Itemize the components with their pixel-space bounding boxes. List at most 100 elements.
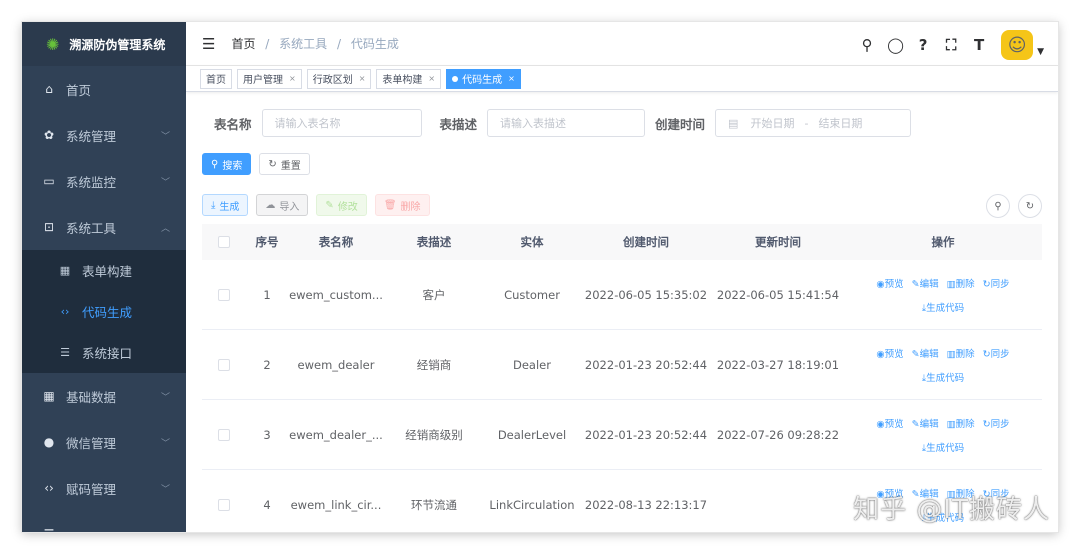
edit-button[interactable]: ✎ 修改 <box>316 194 367 216</box>
breadcrumb-separator: / <box>265 37 270 51</box>
cell-table-name: ewem_link_cir... <box>290 497 382 512</box>
delete-link[interactable]: ▥删除 <box>947 346 975 360</box>
breadcrumb-item[interactable]: 首页 <box>231 37 255 51</box>
cell-index: 4 <box>263 497 271 512</box>
logo[interactable]: ✺ 溯源防伪管理系统 <box>22 22 186 66</box>
link-label: 同步 <box>990 348 1010 360</box>
help-icon[interactable]: ? <box>915 36 931 54</box>
row-checkbox[interactable] <box>202 288 246 301</box>
import-button[interactable]: ☁ 导入 <box>256 194 309 216</box>
close-icon[interactable]: × <box>428 74 435 83</box>
sidebar-item-system-api[interactable]: ☰ 系统接口 <box>22 332 186 373</box>
date-range-picker[interactable]: ▤ 开始日期 - 结束日期 <box>715 109 912 137</box>
sidebar-item-label: 微信管理 <box>66 435 117 451</box>
search-button[interactable]: ⚲ 搜索 <box>202 153 252 175</box>
edit-link[interactable]: ✎编辑 <box>912 416 939 430</box>
checkbox[interactable] <box>218 288 230 301</box>
generate-button[interactable]: ⤓ 生成 <box>202 194 249 216</box>
tag-label: 首页 <box>206 75 226 86</box>
checkbox[interactable] <box>218 236 230 248</box>
table-desc-input[interactable]: 请输入表描述 <box>487 109 646 137</box>
code-manage-icon: ‹› <box>44 481 54 495</box>
close-icon[interactable]: × <box>289 74 296 83</box>
edit-link[interactable]: ✎编辑 <box>912 346 939 360</box>
edit-link[interactable]: ✎编辑 <box>912 276 939 290</box>
link-label: 同步 <box>990 278 1010 290</box>
search-toggle-icon[interactable]: ⚲ <box>986 194 1010 218</box>
preview-link[interactable]: ◉预览 <box>876 276 903 290</box>
close-icon[interactable]: × <box>359 74 366 83</box>
reset-button[interactable]: ↻ 重置 <box>259 153 310 175</box>
sidebar-item-label: 系统监控 <box>66 174 117 190</box>
sync-link[interactable]: ↻同步 <box>983 416 1010 430</box>
preview-link[interactable]: ◉预览 <box>876 346 903 360</box>
checkbox[interactable] <box>218 498 230 511</box>
sidebar-item-home[interactable]: ⌂ 首页 <box>22 66 186 112</box>
tag-user-manage[interactable]: 用户管理 × <box>237 68 302 89</box>
column-header: 表名称 <box>318 235 354 249</box>
avatar[interactable]: ☺ <box>1001 30 1034 60</box>
row-actions: ◉预览 ✎编辑 ▥删除 ↻同步 ⤓生成代码 <box>844 346 1042 384</box>
sidebar-item-system-manage[interactable]: ✿ 系统管理 ﹀ <box>22 112 186 158</box>
tag-region[interactable]: 行政区划 × <box>306 68 372 89</box>
sidebar-item-system-tools[interactable]: ⊡ 系统工具 ︿ <box>22 204 186 250</box>
table-name-input[interactable]: 请输入表名称 <box>261 109 422 137</box>
link-label: 删除 <box>955 278 975 290</box>
tag-home[interactable]: 首页 <box>200 68 232 89</box>
refresh-icon[interactable]: ↻ <box>1018 194 1042 218</box>
generate-code-link[interactable]: ⤓生成代码 <box>922 370 964 384</box>
checkbox[interactable] <box>218 358 230 371</box>
sync-link[interactable]: ↻同步 <box>983 346 1010 360</box>
sidebar-item-code-gen[interactable]: ‹› 代码生成 <box>22 291 186 332</box>
delete-link[interactable]: ▥删除 <box>947 276 975 290</box>
select-all-checkbox[interactable] <box>202 236 246 248</box>
trash-icon: 🗑 <box>383 199 397 211</box>
link-label: 删除 <box>955 348 975 360</box>
fullscreen-icon[interactable]: ⛶ <box>943 36 959 54</box>
tool-icon: ⊡ <box>43 220 55 234</box>
cell-updated: 2022-03-27 18:19:01 <box>716 357 840 372</box>
monitor-icon: ▭ <box>43 174 55 188</box>
tag-label: 表单构建 <box>382 75 423 86</box>
actions-line: ⤓生成代码 <box>918 370 968 384</box>
button-label: 修改 <box>337 201 358 213</box>
row-checkbox[interactable] <box>202 428 246 441</box>
preview-link[interactable]: ◉预览 <box>876 416 903 430</box>
sidebar-item-wechat[interactable]: ● 微信管理 ﹀ <box>22 419 186 465</box>
sidebar-item-system-monitor[interactable]: ▭ 系统监控 ﹀ <box>22 158 186 204</box>
sidebar-item-more[interactable]: ☰ <box>22 511 186 532</box>
tag-form-build[interactable]: 表单构建 × <box>376 68 442 89</box>
sidebar-item-label: 代码生成 <box>82 305 133 320</box>
row-checkbox[interactable] <box>202 498 246 511</box>
cell-entity: Dealer <box>513 357 551 372</box>
caret-down-icon[interactable]: ▼ <box>1037 47 1044 57</box>
font-size-icon[interactable]: T <box>971 36 987 54</box>
trash-icon: ▥ <box>946 418 956 430</box>
delete-button[interactable]: 🗑 删除 <box>374 194 430 216</box>
checkbox[interactable] <box>218 428 230 441</box>
github-icon[interactable]: ◯ <box>887 36 904 54</box>
generate-code-link[interactable]: ⤓生成代码 <box>922 440 964 454</box>
eye-icon: ◉ <box>876 278 885 290</box>
search-icon[interactable]: ⚲ <box>859 36 875 54</box>
range-separator: - <box>804 116 809 130</box>
delete-link[interactable]: ▥删除 <box>947 416 975 430</box>
link-label: 删除 <box>955 418 975 430</box>
tag-code-gen[interactable]: 代码生成 × <box>446 68 521 89</box>
logo-icon: ✺ <box>46 34 60 54</box>
link-label: 生成代码 <box>926 372 965 384</box>
sidebar-item-form-build[interactable]: ▦ 表单构建 <box>22 250 186 291</box>
breadcrumb-item: 代码生成 <box>350 37 399 51</box>
row-checkbox[interactable] <box>202 358 246 371</box>
generate-code-link[interactable]: ⤓生成代码 <box>922 300 964 314</box>
refresh-icon: ↻ <box>982 418 991 430</box>
hamburger-icon[interactable]: ☰ <box>202 35 215 53</box>
sidebar-item-base-data[interactable]: ▦ 基础数据 ﹀ <box>22 373 186 419</box>
sidebar-item-label: 系统接口 <box>82 346 133 361</box>
sidebar-item-code-manage[interactable]: ‹› 赋码管理 ﹀ <box>22 465 186 511</box>
sync-link[interactable]: ↻同步 <box>983 276 1010 290</box>
active-dot <box>452 75 459 82</box>
close-icon[interactable]: × <box>508 74 515 83</box>
main-area: ☰ 首页 / 系统工具 / 代码生成 ⚲ ◯ ? ⛶ T ☺ ▼ 首页 用户管理… <box>186 22 1058 532</box>
placeholder: 请输入表描述 <box>500 117 567 130</box>
